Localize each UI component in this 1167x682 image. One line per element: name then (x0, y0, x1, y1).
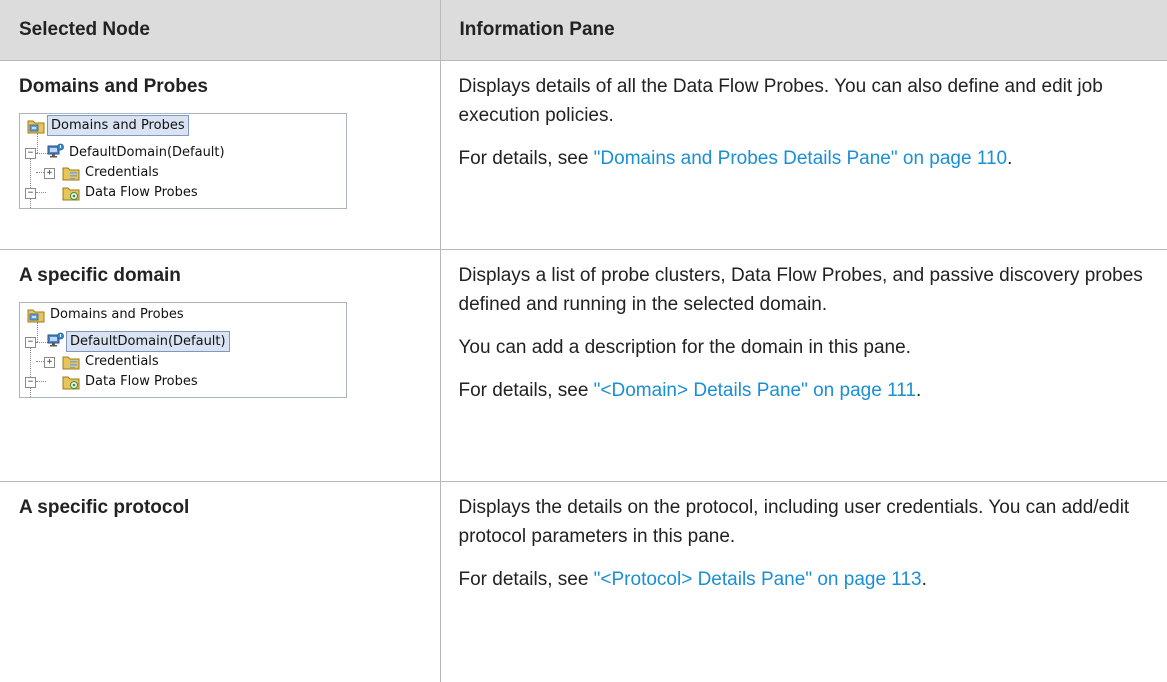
expand-toggle[interactable]: + (44, 357, 55, 368)
description-text: Displays a list of probe clusters, Data … (458, 265, 1143, 315)
tree-node-root[interactable]: Domains and Probes (47, 305, 187, 324)
selected-node-cell: A specific protocol (0, 481, 441, 682)
details-reference: For details, see "<Protocol> Details Pan… (458, 569, 927, 590)
node-label: Domains and Probes (19, 76, 208, 97)
description-text: Displays details of all the Data Flow Pr… (458, 76, 1103, 126)
details-reference: For details, see "Domains and Probes Det… (458, 148, 1013, 169)
information-table: Selected Node Information Pane Domains a… (0, 0, 1167, 682)
table-row: A specific protocol Displays the details… (0, 481, 1167, 682)
description-text: You can add a description for the domain… (458, 337, 911, 358)
details-link[interactable]: "<Protocol> Details Pane" on page 113 (594, 569, 922, 590)
details-link[interactable]: "Domains and Probes Details Pane" on pag… (594, 148, 1007, 169)
information-pane-cell: Displays the details on the protocol, in… (440, 482, 1167, 682)
collapse-toggle[interactable]: − (25, 148, 36, 159)
table-row: Domains and Probes Domains and Probes − … (0, 60, 1167, 250)
table-header-row: Selected Node Information Pane (0, 0, 1167, 61)
tree-node-domain[interactable]: DefaultDomain(Default) (66, 331, 230, 352)
probes-folder-icon (62, 185, 80, 201)
node-label: A specific domain (19, 265, 181, 286)
tree-node-root[interactable]: Domains and Probes (47, 115, 189, 136)
tree-node-probes[interactable]: Data Flow Probes (82, 183, 201, 202)
information-pane-cell: Displays a list of probe clusters, Data … (440, 249, 1167, 482)
information-pane-cell: Displays details of all the Data Flow Pr… (440, 60, 1167, 250)
selected-node-cell: Domains and Probes Domains and Probes − … (0, 60, 441, 250)
details-reference: For details, see "<Domain> Details Pane"… (458, 380, 922, 401)
details-link[interactable]: "<Domain> Details Pane" on page 111 (594, 380, 916, 401)
table-row: A specific domain Domains and Probes − D… (0, 249, 1167, 482)
domains-probes-folder-icon (27, 307, 45, 323)
domain-computer-icon (46, 332, 64, 348)
description-text: Displays the details on the protocol, in… (458, 497, 1130, 547)
tree-node-credentials[interactable]: Credentials (82, 163, 162, 182)
domains-probes-folder-icon (27, 118, 45, 134)
credentials-folder-icon (62, 165, 80, 181)
header-selected-node: Selected Node (0, 0, 441, 61)
tree-screenshot: Domains and Probes − DefaultDomain(Defau… (19, 302, 347, 398)
header-information-pane: Information Pane (440, 0, 1167, 61)
node-label: A specific protocol (19, 497, 190, 518)
tree-node-credentials[interactable]: Credentials (82, 352, 162, 371)
credentials-folder-icon (62, 354, 80, 370)
domain-computer-icon (46, 143, 64, 159)
probes-folder-icon (62, 374, 80, 390)
tree-screenshot: Domains and Probes − DefaultDomain(Defau… (19, 113, 347, 209)
selected-node-cell: A specific domain Domains and Probes − D… (0, 249, 441, 482)
tree-node-probes[interactable]: Data Flow Probes (82, 372, 201, 391)
collapse-toggle[interactable]: − (25, 337, 36, 348)
expand-toggle[interactable]: + (44, 168, 55, 179)
collapse-toggle[interactable]: − (25, 377, 36, 388)
tree-node-domain[interactable]: DefaultDomain(Default) (66, 143, 228, 162)
collapse-toggle[interactable]: − (25, 188, 36, 199)
